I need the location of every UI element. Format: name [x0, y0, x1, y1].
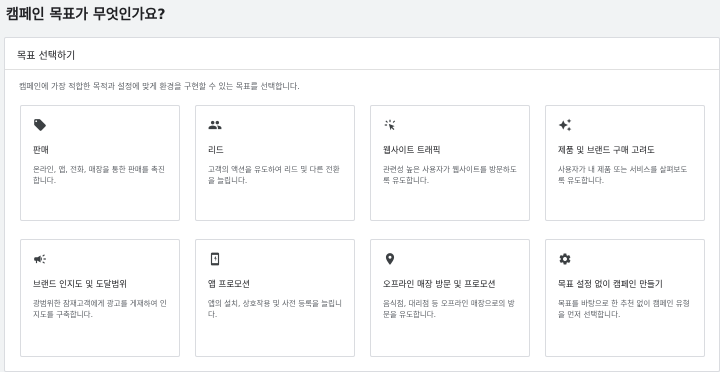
card-title: 웹사이트 트래픽 — [383, 146, 441, 156]
card-title: 리드 — [208, 146, 224, 156]
location-pin-icon — [383, 251, 399, 267]
card-description: 관련성 높은 사용자가 웹사이트를 방문하도록 유도합니다. — [383, 165, 517, 185]
panel-description: 캠페인에 가장 적합한 목적과 설정에 맞게 환경을 구현할 수 있는 목표를 … — [19, 82, 300, 91]
card-description: 목표를 바탕으로 한 추천 없이 캠페인 유형을 먼저 선택합니다. — [558, 299, 690, 319]
goal-card-consideration[interactable]: 제품 및 브랜드 구매 고려도 사용자가 내 제품 또는 서비스를 살펴보도록 … — [545, 105, 705, 221]
sparkle-icon — [558, 117, 574, 133]
people-icon — [208, 117, 224, 133]
card-description: 광범위한 잠재고객에게 광고를 게재하여 인지도를 구축합니다. — [33, 299, 167, 319]
card-description: 고객의 액션을 유도하여 리드 및 다른 전환을 늘립니다. — [208, 165, 340, 185]
goal-card-sales[interactable]: 판매 온라인, 앱, 전화, 매장을 통한 판매를 촉진합니다. — [20, 105, 180, 221]
card-title: 판매 — [33, 146, 49, 156]
goal-panel: 목표 선택하기 캠페인에 가장 적합한 목적과 설정에 맞게 환경을 구현할 수… — [4, 37, 720, 372]
card-title: 앱 프로모션 — [208, 280, 250, 290]
panel-header: 목표 선택하기 — [5, 38, 719, 70]
goal-card-website-traffic[interactable]: 웹사이트 트래픽 관련성 높은 사용자가 웹사이트를 방문하도록 유도합니다. — [370, 105, 530, 221]
goal-card-brand-awareness[interactable]: 브랜드 인지도 및 도달범위 광범위한 잠재고객에게 광고를 게재하여 인지도를… — [20, 239, 180, 357]
goal-card-local-store-visits[interactable]: 오프라인 매장 방문 및 프로모션 음식점, 대리점 등 오프라인 매장으로의 … — [370, 239, 530, 357]
card-title: 목표 설정 없이 캠페인 만들기 — [558, 280, 663, 290]
card-title: 오프라인 매장 방문 및 프로모션 — [383, 280, 496, 290]
card-description: 음식점, 대리점 등 오프라인 매장으로의 방문을 유도합니다. — [383, 299, 515, 319]
goal-card-leads[interactable]: 리드 고객의 액션을 유도하여 리드 및 다른 전환을 늘립니다. — [195, 105, 355, 221]
goal-card-app-promotion[interactable]: 앱 프로모션 앱의 설치, 상호작용 및 사전 등록을 늘립니다. — [195, 239, 355, 357]
card-title: 브랜드 인지도 및 도달범위 — [33, 280, 128, 290]
goal-card-no-goal[interactable]: 목표 설정 없이 캠페인 만들기 목표를 바탕으로 한 추천 없이 캠페인 유형… — [545, 239, 705, 357]
phone-icon — [208, 251, 224, 267]
click-icon — [383, 117, 399, 133]
gear-icon — [558, 251, 574, 267]
tag-icon — [33, 117, 49, 133]
card-description: 사용자가 내 제품 또는 서비스를 살펴보도록 유도합니다. — [558, 165, 688, 185]
card-description: 온라인, 앱, 전화, 매장을 통한 판매를 촉진합니다. — [33, 165, 165, 185]
megaphone-icon — [33, 251, 49, 267]
card-title: 제품 및 브랜드 구매 고려도 — [558, 146, 655, 156]
page-title: 캠페인 목표가 무엇인가요? — [6, 7, 166, 23]
card-description: 앱의 설치, 상호작용 및 사전 등록을 늘립니다. — [208, 299, 342, 319]
